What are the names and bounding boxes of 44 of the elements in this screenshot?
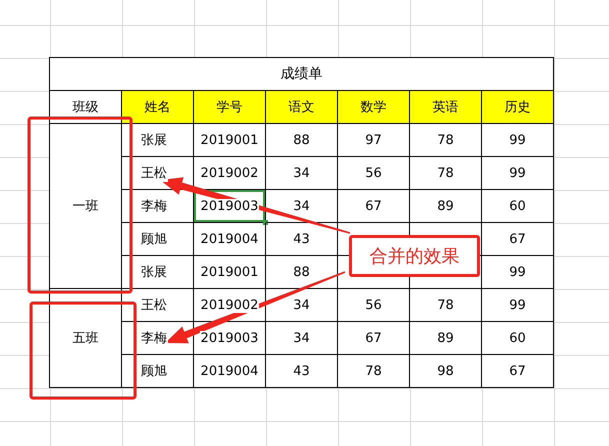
column-header: 数学 <box>338 91 410 124</box>
table-cell: 98 <box>410 355 482 388</box>
table-cell: 张展 <box>122 256 194 289</box>
table-cell: 99 <box>482 289 554 322</box>
table-cell: 张展 <box>122 124 194 157</box>
table-cell: 67 <box>338 190 410 223</box>
column-header: 姓名 <box>122 91 194 124</box>
table-cell: 顾旭 <box>122 355 194 388</box>
table-cell: 2019001 <box>194 256 266 289</box>
table-cell: 56 <box>338 157 410 190</box>
table-cell: 2019004 <box>194 223 266 256</box>
table-cell: 王松 <box>122 289 194 322</box>
column-header: 英语 <box>410 91 482 124</box>
table-cell: 88 <box>266 124 338 157</box>
table-cell: 2019003 <box>194 190 266 223</box>
table-cell: 67 <box>338 322 410 355</box>
table-cell: 89 <box>410 190 482 223</box>
class-cell: 一班 <box>50 124 122 289</box>
column-header: 语文 <box>266 91 338 124</box>
table-cell: 34 <box>266 322 338 355</box>
table-cell: 43 <box>266 355 338 388</box>
table-cell: 顾旭 <box>122 223 194 256</box>
column-header: 历史 <box>482 91 554 124</box>
table-cell: 78 <box>410 289 482 322</box>
table-cell: 97 <box>338 124 410 157</box>
table-cell: 89 <box>410 322 482 355</box>
table-cell: 2019004 <box>194 355 266 388</box>
column-header: 学号 <box>194 91 266 124</box>
table-cell: 99 <box>482 157 554 190</box>
callout-label: 合并的效果 <box>349 235 480 277</box>
table-cell: 99 <box>482 256 554 289</box>
table-cell: 67 <box>482 223 554 256</box>
table-cell: 60 <box>482 322 554 355</box>
table-cell: 78 <box>410 124 482 157</box>
table-cell: 2019002 <box>194 157 266 190</box>
table-cell: 67 <box>482 355 554 388</box>
class-cell: 五班 <box>50 289 122 388</box>
table-cell: 2019001 <box>194 124 266 157</box>
table-cell: 78 <box>338 355 410 388</box>
table-cell: 99 <box>482 124 554 157</box>
table-cell: 34 <box>266 157 338 190</box>
table-cell: 56 <box>338 289 410 322</box>
table-cell: 78 <box>410 157 482 190</box>
table-cell: 60 <box>482 190 554 223</box>
